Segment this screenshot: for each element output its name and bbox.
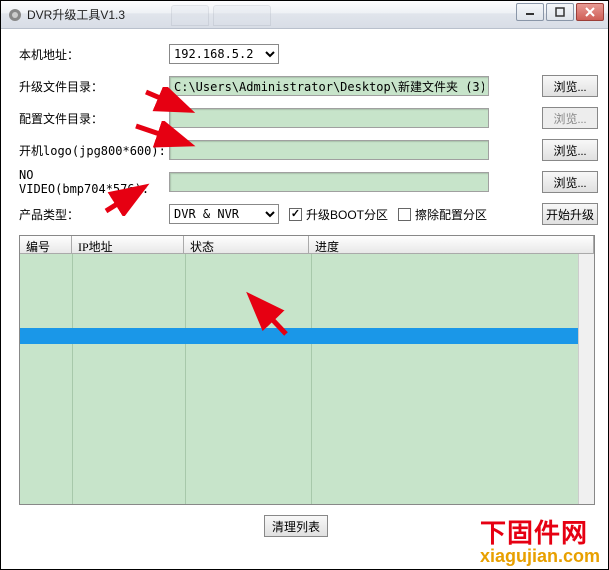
product-label: 产品类型： bbox=[19, 206, 169, 223]
config-dir-input[interactable] bbox=[169, 108, 489, 128]
upgrade-dir-label: 升级文件目录： bbox=[19, 78, 169, 95]
th-number[interactable]: 编号 bbox=[20, 236, 72, 254]
logo-label: 开机logo(jpg800*600): bbox=[19, 142, 169, 159]
upgrade-dir-input[interactable] bbox=[169, 76, 489, 96]
th-progress[interactable]: 进度 bbox=[309, 236, 594, 254]
app-icon bbox=[7, 7, 23, 23]
watermark-text-en: xiagujian.com bbox=[480, 547, 600, 565]
maximize-button[interactable] bbox=[546, 3, 574, 21]
watermark: 下固件网 xiagujian.com bbox=[480, 521, 600, 565]
table-body[interactable] bbox=[20, 254, 594, 504]
table-header: 编号 IP地址 状态 进度 bbox=[20, 236, 594, 254]
titlebar: DVR升级工具V1.3 bbox=[1, 1, 608, 29]
logo-input[interactable] bbox=[169, 140, 489, 160]
content-area: 本机地址： 192.168.5.2 升级文件目录： 浏览... 配置文件目录： … bbox=[1, 29, 608, 569]
background-tabs bbox=[171, 1, 271, 29]
clear-list-button[interactable]: 清理列表 bbox=[264, 515, 328, 537]
upgrade-boot-label: 升级BOOT分区 bbox=[306, 206, 388, 223]
th-status[interactable]: 状态 bbox=[184, 236, 309, 254]
window-title: DVR升级工具V1.3 bbox=[27, 6, 125, 23]
selected-row[interactable] bbox=[20, 328, 578, 344]
config-dir-label: 配置文件目录： bbox=[19, 110, 169, 127]
browse-button-2: 浏览... bbox=[542, 107, 598, 129]
device-table: 编号 IP地址 状态 进度 bbox=[19, 235, 595, 505]
local-addr-label: 本机地址： bbox=[19, 46, 169, 63]
erase-config-label: 擦除配置分区 bbox=[415, 206, 487, 223]
browse-button-1[interactable]: 浏览... bbox=[542, 75, 598, 97]
erase-config-checkbox[interactable] bbox=[398, 208, 411, 221]
close-button[interactable] bbox=[576, 3, 604, 21]
browse-button-3[interactable]: 浏览... bbox=[542, 139, 598, 161]
browse-button-4[interactable]: 浏览... bbox=[542, 171, 598, 193]
novideo-input[interactable] bbox=[169, 172, 489, 192]
novideo-label: NO VIDEO(bmp704*576): bbox=[19, 168, 169, 196]
watermark-text-cn: 下固件网 bbox=[480, 521, 600, 547]
local-addr-select[interactable]: 192.168.5.2 bbox=[169, 44, 279, 64]
product-select[interactable]: DVR & NVR bbox=[169, 204, 279, 224]
start-upgrade-button[interactable]: 开始升级 bbox=[542, 203, 598, 225]
minimize-button[interactable] bbox=[516, 3, 544, 21]
th-ip[interactable]: IP地址 bbox=[72, 236, 184, 254]
upgrade-boot-checkbox[interactable] bbox=[289, 208, 302, 221]
vertical-scrollbar[interactable] bbox=[578, 254, 594, 504]
